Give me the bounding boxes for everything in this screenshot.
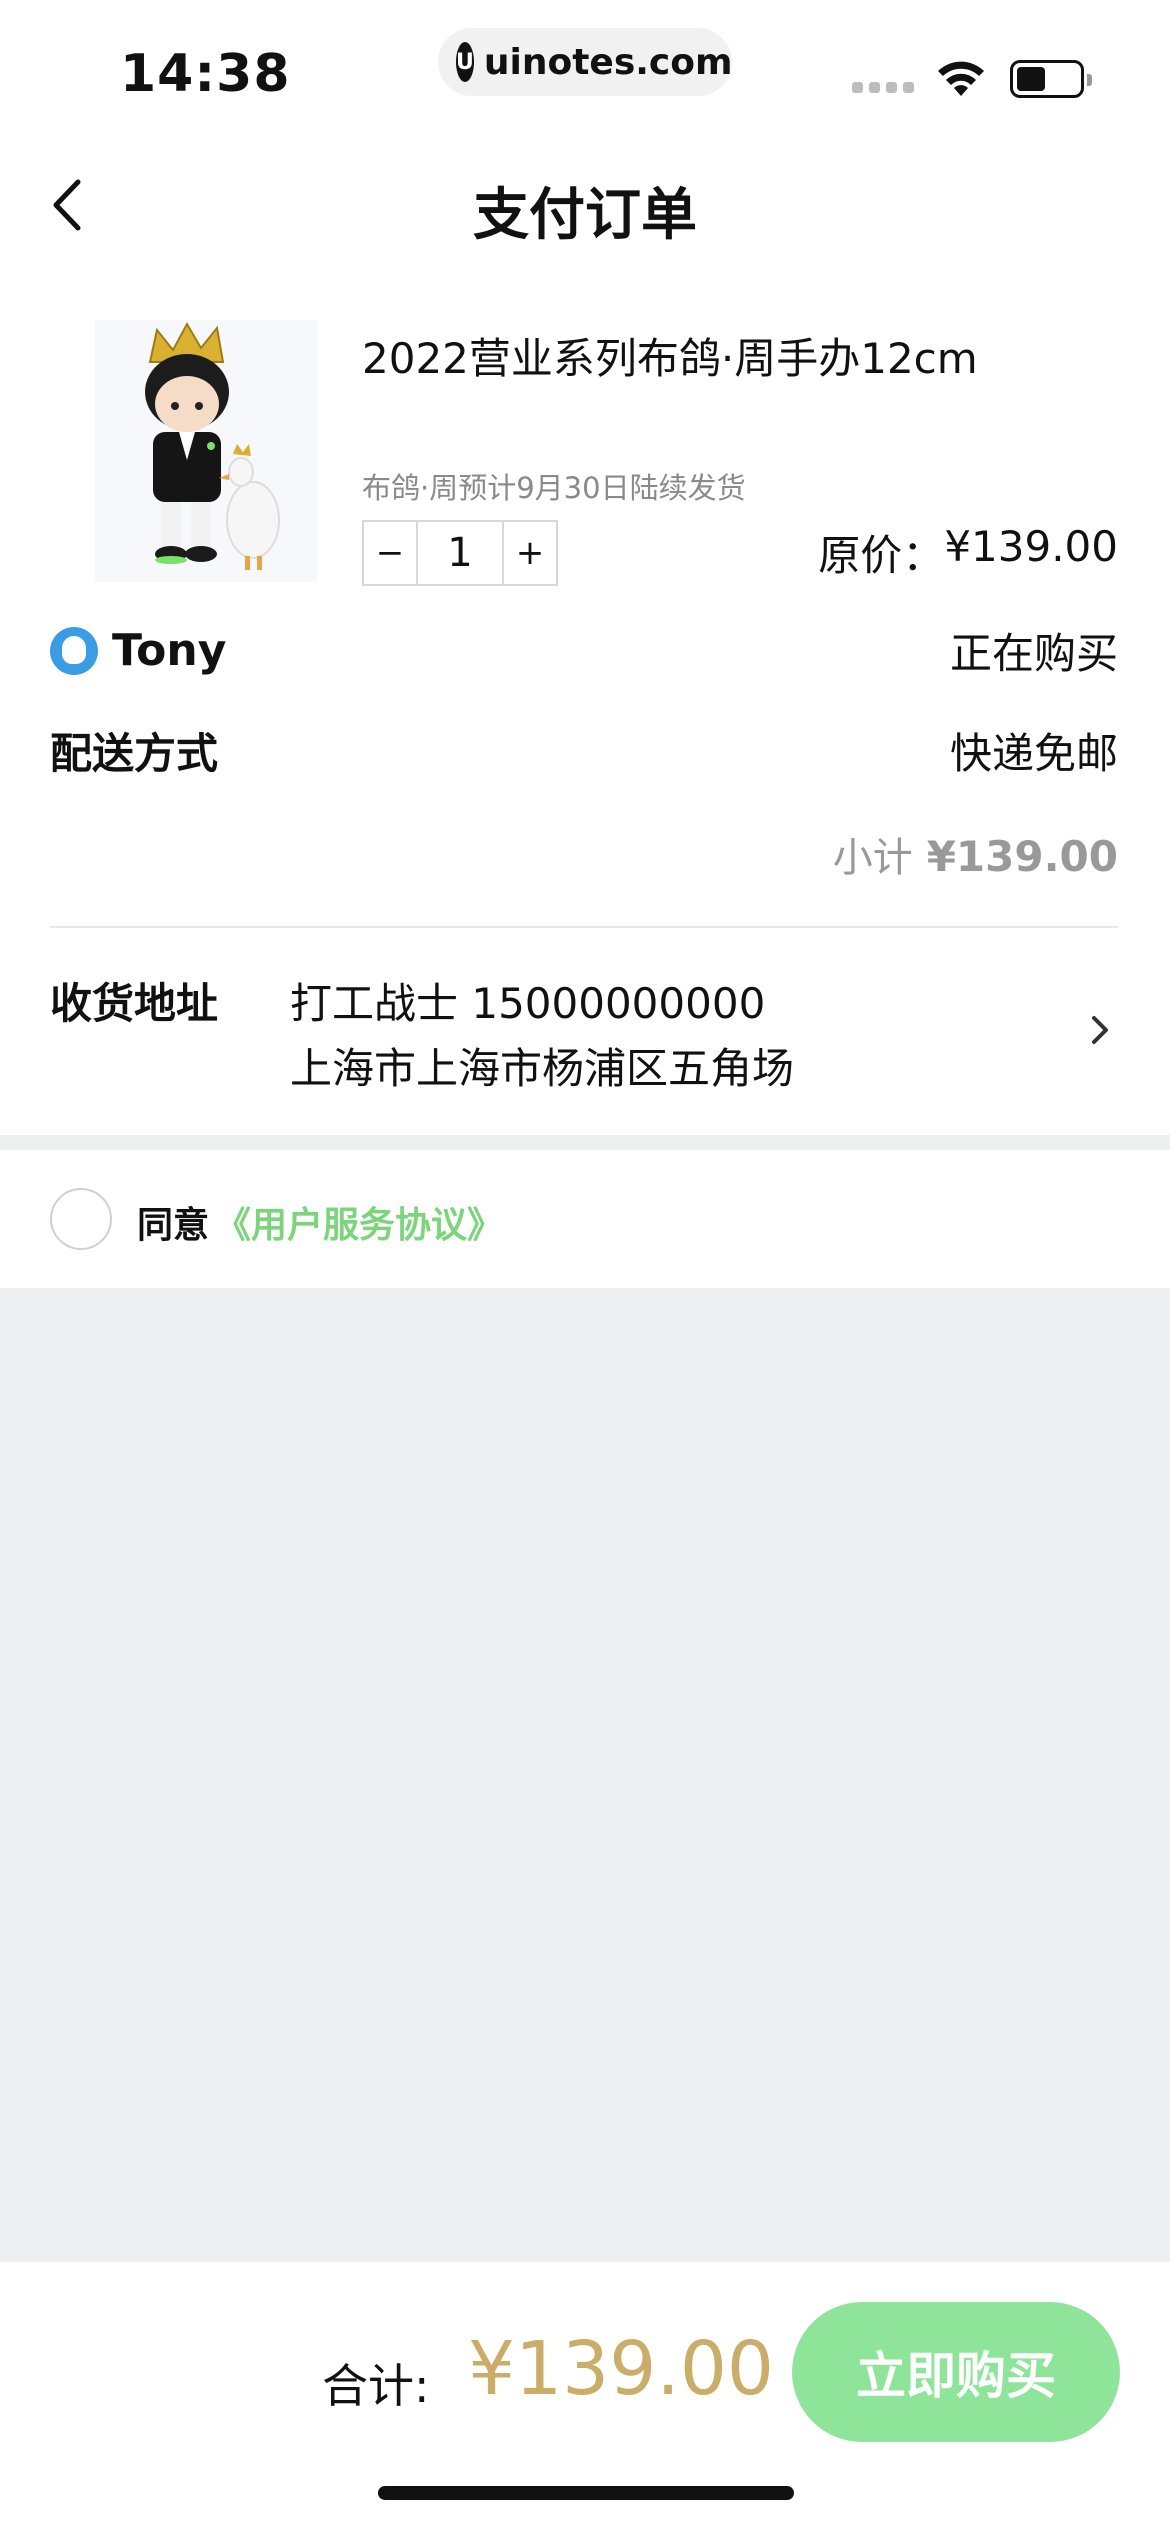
subtotal-value: ¥139.00	[926, 832, 1118, 881]
chevron-right-icon[interactable]	[1086, 1010, 1114, 1050]
address-detail: 上海市上海市杨浦区五角场	[290, 1044, 795, 1093]
qq-penguin-icon	[50, 626, 98, 675]
buyer-row: Tony 正在购买	[50, 620, 1118, 681]
subtotal-label: 小计	[832, 835, 913, 881]
address-contact: 打工战士 15000000000	[290, 979, 766, 1028]
checkout-bar: 合计: ¥139.00 立即购买	[0, 2262, 1170, 2532]
url-text: uinotes.com	[483, 41, 733, 83]
buyer-status: 正在购买	[949, 629, 1118, 678]
agreement-checkbox[interactable]	[50, 1188, 112, 1250]
increment-button[interactable]: +	[504, 522, 556, 584]
page-title: 支付订单	[473, 183, 697, 248]
original-price: 原价： ¥139.00	[818, 522, 1118, 583]
total-value: ¥139.00	[468, 2326, 775, 2412]
url-pill[interactable]: U uinotes.com	[438, 28, 733, 96]
product-shipping-note: 布鸽·周预计9月30日陆续发货	[362, 471, 746, 505]
product-title: 2022营业系列布鸽·周手办12cm	[362, 334, 978, 383]
buy-now-button[interactable]: 立即购买	[792, 2302, 1120, 2442]
buyer-name: Tony	[112, 625, 227, 676]
cellular-signal-icon	[852, 82, 914, 93]
decrement-button[interactable]: −	[364, 522, 416, 584]
original-price-value: ¥139.00	[944, 522, 1118, 571]
battery-icon	[1010, 60, 1092, 98]
product-image[interactable]	[95, 320, 317, 582]
site-logo-icon: U	[456, 42, 474, 82]
back-chevron-icon[interactable]	[40, 170, 100, 240]
status-bar: 14:38 U uinotes.com	[0, 0, 1170, 130]
shipping-label: 配送方式	[50, 729, 219, 778]
wifi-icon	[938, 61, 984, 96]
home-indicator	[378, 2486, 794, 2500]
nav-bar: 支付订单	[0, 130, 1170, 280]
agreement-prefix: 同意	[137, 1205, 210, 1246]
quantity-value[interactable]: 1	[416, 522, 504, 584]
original-price-label: 原价：	[818, 531, 945, 580]
shipping-row: 配送方式 快递免邮	[50, 720, 1118, 781]
total-label: 合计:	[322, 2359, 430, 2413]
shipping-value: 快递免邮	[949, 729, 1118, 778]
quantity-stepper: − 1 +	[362, 520, 558, 586]
user-agreement-link[interactable]: 《用户服务协议》	[215, 1196, 503, 1248]
order-card: 2022营业系列布鸽·周手办12cm 布鸽·周预计9月30日陆续发货 − 1 +…	[0, 280, 1170, 1135]
status-time: 14:38	[120, 44, 291, 104]
subtotal: 小计 ¥139.00	[833, 825, 1118, 883]
agreement-row: 同意 《用户服务协议》	[0, 1150, 1170, 1288]
address-label: 收货地址	[50, 979, 219, 1028]
divider	[50, 926, 1118, 928]
